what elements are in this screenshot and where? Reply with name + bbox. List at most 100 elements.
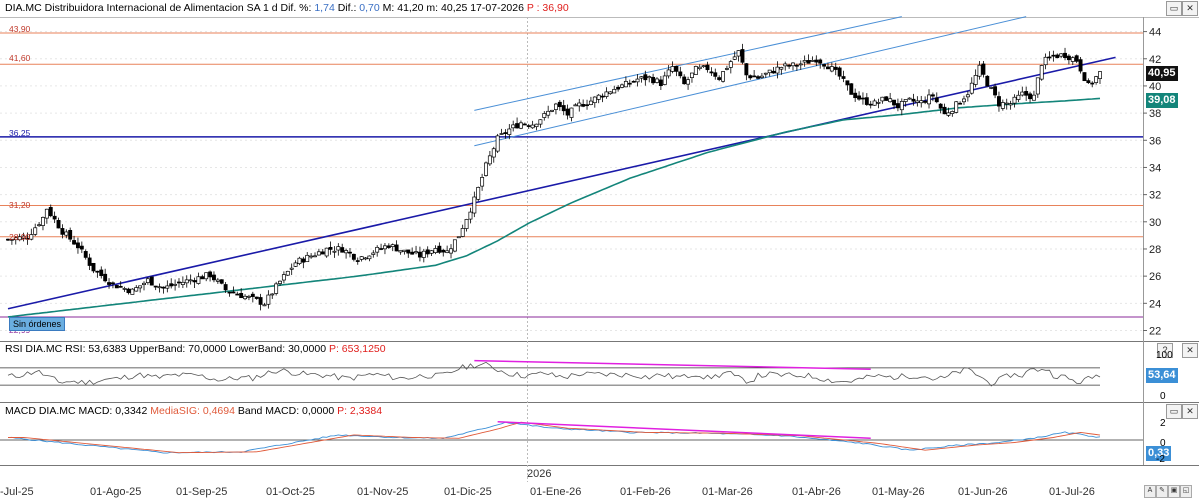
candle-body — [122, 288, 127, 290]
candle-body — [934, 97, 939, 103]
candle-body — [845, 80, 850, 86]
candle-body — [903, 99, 908, 102]
candle-body — [1078, 59, 1083, 72]
y-tick-label: 40 — [1149, 81, 1161, 93]
candle-body — [348, 251, 352, 254]
candle-body — [596, 94, 601, 100]
candle-body — [305, 254, 310, 263]
macd-trend-line — [497, 421, 871, 440]
candle-body — [639, 76, 644, 79]
candle-body — [744, 63, 749, 76]
close-button[interactable]: ✕ — [1182, 1, 1198, 16]
candle-body — [581, 104, 586, 107]
candle-body — [297, 257, 302, 264]
candle-body — [899, 101, 904, 111]
candle-body — [1012, 96, 1017, 104]
candle-body — [491, 148, 496, 158]
candle-body — [134, 287, 139, 292]
candle-body — [192, 280, 197, 283]
candle-body — [662, 75, 667, 85]
level-label-3: 36,25 — [9, 128, 31, 138]
candle-body — [678, 71, 683, 77]
candle-body — [367, 255, 372, 260]
dif-pct-label: Dif. %: — [280, 2, 312, 14]
candle-body — [184, 279, 189, 284]
y-tick-label: 32 — [1149, 190, 1161, 202]
candle-body — [328, 246, 333, 250]
candle-body — [546, 110, 551, 116]
candle-body — [526, 125, 531, 127]
candle-body — [476, 186, 481, 200]
macd-restore-button[interactable]: ▭ — [1166, 404, 1182, 419]
candle-body — [682, 76, 687, 85]
candle-body — [1082, 72, 1087, 82]
rsi-close-button[interactable]: ✕ — [1182, 343, 1198, 358]
symbol[interactable]: DIA.MC — [5, 2, 42, 14]
candle-body — [993, 86, 998, 96]
candle-body — [398, 250, 403, 253]
candle-body — [569, 107, 574, 118]
p-value: P : 36,90 — [526, 2, 569, 14]
candle-body — [386, 245, 391, 248]
bottom-tool-c[interactable]: ▣ — [1168, 485, 1180, 498]
macd-close-button[interactable]: ✕ — [1182, 404, 1198, 419]
candle-body — [860, 97, 865, 100]
candle-body — [997, 96, 1001, 107]
candle-body — [880, 96, 885, 102]
candle-body — [309, 255, 314, 258]
candle-body — [235, 293, 240, 296]
bottom-tool-a[interactable]: A — [1144, 485, 1156, 498]
candle-body — [736, 50, 741, 57]
candle-body — [573, 104, 578, 107]
candle-body — [1043, 56, 1048, 66]
ohlc-values: M: 41,20 m: 40,25 — [382, 2, 468, 14]
candle-body — [1051, 54, 1056, 57]
candle-body — [215, 279, 220, 282]
candle-body — [814, 59, 819, 63]
candle-body — [1004, 102, 1009, 105]
candle-body — [52, 215, 57, 220]
x-tick-label: 01-Mar-26 — [702, 486, 753, 498]
candle-body — [923, 100, 928, 103]
candle-body — [37, 224, 42, 227]
candle-body — [826, 66, 830, 70]
candle-body — [1020, 91, 1025, 96]
restore-button[interactable]: ▭ — [1166, 1, 1182, 16]
candle-body — [651, 76, 656, 84]
candle-body — [91, 262, 96, 272]
candle-body — [690, 72, 694, 78]
candle-body — [441, 249, 446, 253]
rsi-p: P: 653,1250 — [328, 343, 386, 355]
bottom-tool-b[interactable]: ✎ — [1156, 485, 1168, 498]
rsi-tick-100: 100 — [1156, 350, 1173, 361]
x-tick-label: 01-Abr-26 — [792, 486, 841, 498]
candle-body — [623, 81, 628, 88]
candle-body — [110, 282, 115, 285]
candle-body — [200, 276, 205, 280]
candle-body — [103, 273, 108, 282]
candle-body — [484, 162, 488, 176]
y-tick-label: 36 — [1149, 135, 1161, 147]
orders-label[interactable]: Sin órdenes — [9, 317, 66, 331]
level-label-4: 31,20 — [9, 200, 31, 210]
bottom-tool-d[interactable]: ◱ — [1180, 485, 1192, 498]
candle-body — [464, 219, 469, 229]
candle-body — [511, 124, 516, 129]
candle-body — [1094, 76, 1099, 83]
candle-body — [239, 293, 244, 299]
candle-body — [1090, 82, 1095, 85]
candle-body — [452, 239, 457, 252]
candle-body — [212, 274, 216, 281]
candle-body — [1086, 80, 1091, 84]
candle-body — [717, 77, 722, 80]
candle-body — [724, 68, 729, 70]
macd-sig: MediaSIG: 0,4694 — [150, 405, 235, 417]
x-tick-label: 01-Nov-25 — [357, 486, 409, 498]
last-price-badge: 40,95 — [1146, 66, 1178, 81]
candle-body — [616, 86, 621, 90]
candle-body — [145, 278, 150, 283]
candle-body — [266, 294, 271, 305]
candle-body — [371, 252, 376, 255]
trend-line — [474, 16, 902, 111]
trend-line — [7, 56, 1116, 310]
